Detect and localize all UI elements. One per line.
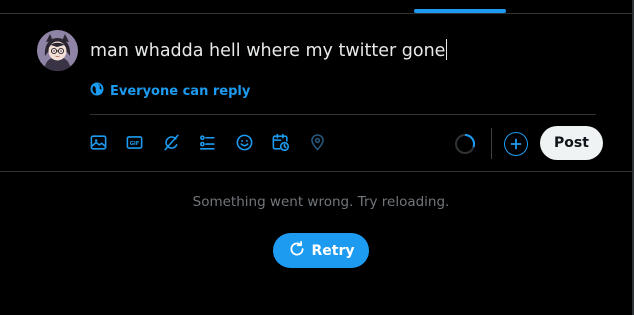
compose-textarea[interactable]: man whadda hell where my twitter gone [90,39,448,61]
plus-icon [510,135,522,154]
globe-icon [90,82,104,100]
gif-icon[interactable]: GIF [123,130,147,154]
location-icon[interactable] [305,130,329,154]
compose-text: man whadda hell where my twitter gone [90,41,446,61]
poll-icon[interactable] [196,130,220,154]
toolbar-divider [491,128,492,159]
reply-setting-button[interactable]: Everyone can reply [90,82,250,100]
post-button[interactable]: Post [540,126,603,160]
error-message: Something went wrong. Try reloading. [192,194,450,210]
grok-icon[interactable] [159,130,183,154]
composer-toolbar: GIF [86,130,342,154]
text-cursor [446,39,448,60]
refresh-icon [288,240,306,262]
add-post-button[interactable] [504,132,528,156]
section-divider [0,171,632,172]
header-divider [0,13,634,14]
image-icon[interactable] [86,130,110,154]
retry-button[interactable]: Retry [273,233,369,268]
character-count-ring [454,133,476,155]
schedule-icon[interactable] [269,130,293,154]
emoji-icon[interactable] [232,130,256,154]
retry-label: Retry [311,242,355,259]
avatar[interactable] [37,30,78,71]
svg-text:GIF: GIF [130,140,140,146]
composer-divider [90,114,596,115]
reply-setting-label: Everyone can reply [110,83,251,99]
